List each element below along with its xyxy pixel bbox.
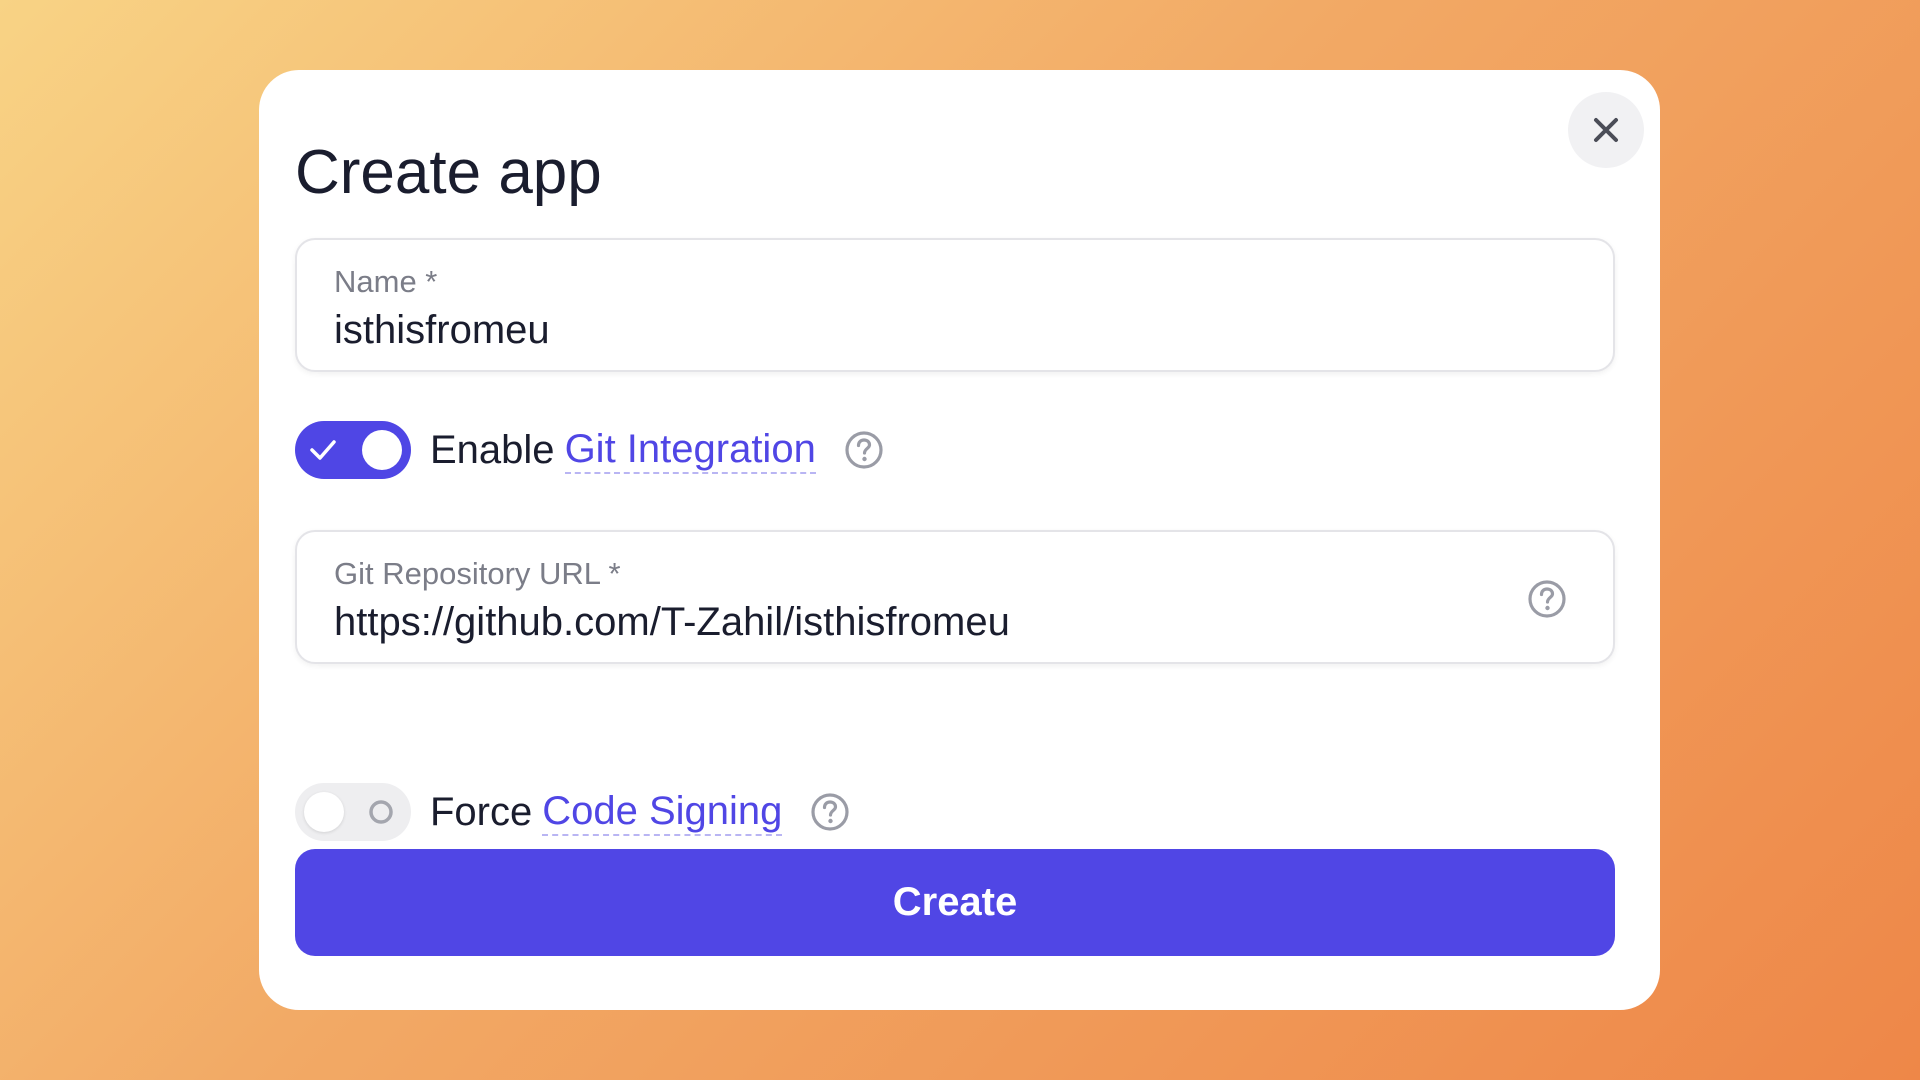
close-icon <box>1594 118 1618 142</box>
circle-icon <box>369 800 393 824</box>
git-repository-url-input[interactable] <box>334 600 1484 645</box>
dialog-title: Create app <box>295 138 602 208</box>
code-signing-prefix: Force <box>430 789 533 834</box>
git-repository-url-label: Git Repository URL * <box>334 556 621 591</box>
name-field[interactable]: Name * <box>295 238 1615 372</box>
check-icon <box>310 440 336 460</box>
git-integration-toggle[interactable] <box>295 421 411 479</box>
code-signing-toggle[interactable] <box>295 783 411 841</box>
git-repository-url-field[interactable]: Git Repository URL * <box>295 530 1615 664</box>
git-integration-row: Enable Git Integration <box>295 421 884 479</box>
toggle-knob <box>362 430 402 470</box>
name-input[interactable] <box>334 308 1484 353</box>
create-app-dialog: Create app Name * Enable Git Integration… <box>259 70 1660 1010</box>
close-button[interactable] <box>1568 92 1644 168</box>
code-signing-link[interactable]: Code Signing <box>542 788 783 836</box>
code-signing-row: Force Code Signing <box>295 783 850 841</box>
git-integration-prefix: Enable <box>430 427 555 472</box>
create-button[interactable]: Create <box>295 849 1615 956</box>
question-circle-icon[interactable] <box>1527 579 1567 619</box>
question-circle-icon[interactable] <box>810 792 850 832</box>
question-circle-icon[interactable] <box>844 430 884 470</box>
toggle-knob <box>304 792 344 832</box>
git-integration-link[interactable]: Git Integration <box>564 426 816 474</box>
name-field-label: Name * <box>334 264 438 299</box>
